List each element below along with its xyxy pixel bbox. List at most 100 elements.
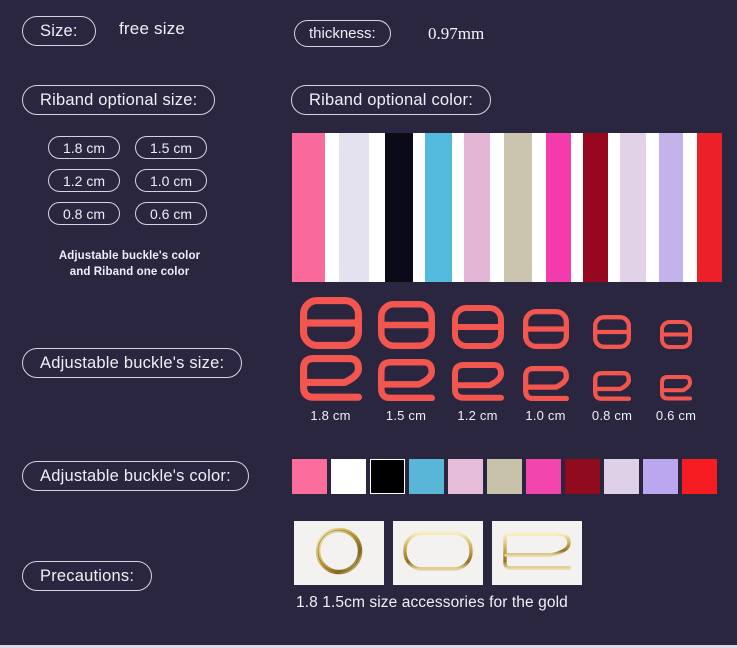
buckle-color-swatch[interactable] [370,459,405,494]
gold-accessory-caption: 1.8 1.5cm size accessories for the gold [296,594,568,611]
size-value: free size [119,19,186,38]
buckle-color-swatch[interactable] [604,459,639,494]
thickness-value: 0.97mm [428,24,485,43]
riband-optional-color-text: Riband optional color: [309,90,474,109]
riband-optional-size-pill: Riband optional size: [22,85,216,115]
buckle-slide-row [292,297,722,349]
gold-accessory-photo-hook-clasp [492,521,582,585]
buckle-color-swatch[interactable] [331,459,366,494]
riband-color-band [384,133,414,282]
buckle-hook-clasp: 0.6 cm [645,375,707,423]
buckle-hook-clasp: 0.8 cm [579,370,645,423]
thickness-label-pill: thickness: [294,20,391,47]
adjustable-buckle-color-pill: Adjustable buckle's color: [22,461,249,491]
riband-color-band [697,133,722,282]
buckle-color-swatch[interactable] [292,459,327,494]
riband-size-option-list: 1.8 cm 1.5 cm 1.2 cm 1.0 cm 0.8 cm 0.6 cm [48,136,207,225]
riband-color-band [463,133,491,282]
thickness-label-text: thickness: [309,25,376,42]
buckle-color-swatch-row [292,459,717,494]
riband-size-option-label: 1.0 cm [149,172,192,189]
figure-eight-slide-icon [522,309,569,349]
buckle-size-chart: 1.8 cm 1.5 cm 1.2 cm 1.0 cm 0.8 cm 0.6 c… [292,297,722,423]
buckle-slide-figure-eight [512,309,579,349]
riband-color-band [413,133,426,282]
buckle-slide-figure-eight [292,297,369,349]
buckle-slide-figure-eight [579,315,645,349]
buckle-hook-clasp: 1.2 cm [443,362,512,423]
riband-color-band [546,133,571,282]
riband-color-band [683,133,698,282]
figure-eight-slide-icon [593,315,631,349]
buckle-size-label: 1.0 cm [525,407,566,423]
gold-accessory-photo-figure-eight-slide [393,521,483,585]
riband-size-option[interactable]: 0.6 cm [135,202,207,225]
gold-accessory-photo-o-ring [294,521,384,585]
riband-size-option-label: 0.6 cm [149,205,192,222]
riband-color-band [369,133,385,282]
hook-clasp-icon [451,362,504,401]
riband-color-band [570,133,584,282]
riband-size-option-label: 1.8 cm [62,139,105,156]
buckle-hook-clasp: 1.5 cm [369,358,443,423]
buckle-color-swatch[interactable] [487,459,522,494]
riband-size-option[interactable]: 1.0 cm [135,169,207,192]
buckle-hook-clasp: 1.0 cm [512,365,579,423]
buckle-size-label: 1.2 cm [457,407,498,423]
hook-clasp-icon [299,355,362,401]
riband-size-option-label: 1.2 cm [62,172,105,189]
riband-optional-size-text: Riband optional size: [40,90,198,109]
color-matching-note: Adjustable buckle's color and Riband one… [22,248,237,281]
figure-eight-slide-icon [451,305,504,349]
riband-color-band [425,133,452,282]
riband-color-band [646,133,659,282]
figure-eight-slide-icon [299,297,362,349]
figure-eight-slide-icon [377,301,435,349]
hook-clasp-icon [660,375,692,401]
riband-color-band [292,133,326,282]
riband-optional-color-pill: Riband optional color: [291,85,492,115]
riband-color-band [504,133,533,282]
riband-color-band [607,133,621,282]
precautions-pill: Precautions: [22,561,153,591]
buckle-slide-figure-eight [443,305,512,349]
buckle-slide-figure-eight [369,301,443,349]
buckle-size-label: 0.6 cm [655,407,697,423]
size-label-text: Size: [40,21,78,40]
riband-color-band [325,133,339,282]
gold-accessory-photo-row [294,521,582,585]
adjustable-buckle-size-text: Adjustable buckle's size: [40,353,225,372]
riband-size-option[interactable]: 1.5 cm [135,136,207,159]
precautions-text: Precautions: [40,566,135,585]
buckle-hook-row: 1.8 cm 1.5 cm 1.2 cm 1.0 cm 0.8 cm 0.6 c… [292,355,722,423]
riband-color-band [451,133,464,282]
riband-color-band [532,133,547,282]
buckle-hook-clasp: 1.8 cm [292,355,369,423]
hook-clasp-icon [522,365,569,401]
buckle-color-swatch[interactable] [682,459,717,494]
riband-size-option[interactable]: 1.2 cm [48,169,120,192]
riband-color-band [490,133,505,282]
hook-clasp-icon [377,358,435,401]
riband-color-band [583,133,608,282]
adjustable-buckle-size-pill: Adjustable buckle's size: [22,348,243,378]
buckle-color-swatch[interactable] [409,459,444,494]
riband-size-option[interactable]: 1.8 cm [48,136,120,159]
buckle-slide-figure-eight [645,320,707,349]
riband-size-option-label: 0.8 cm [62,205,105,222]
riband-size-option[interactable]: 0.8 cm [48,202,120,225]
riband-color-band [658,133,684,282]
figure-eight-slide-icon [660,320,692,349]
hook-clasp-icon [501,530,573,577]
buckle-size-label: 1.8 cm [310,407,351,423]
buckle-color-swatch[interactable] [643,459,678,494]
color-note-line-2: and Riband one color [69,266,190,279]
buckle-color-swatch[interactable] [565,459,600,494]
riband-color-swatch-strip [292,133,722,282]
color-note-line-1: Adjustable buckle's color [58,250,201,262]
figure-eight-slide-icon [402,530,474,577]
buckle-size-label: 1.5 cm [385,407,427,423]
buckle-color-swatch[interactable] [526,459,561,494]
buckle-color-swatch[interactable] [448,459,483,494]
buckle-size-label: 0.8 cm [591,407,633,423]
